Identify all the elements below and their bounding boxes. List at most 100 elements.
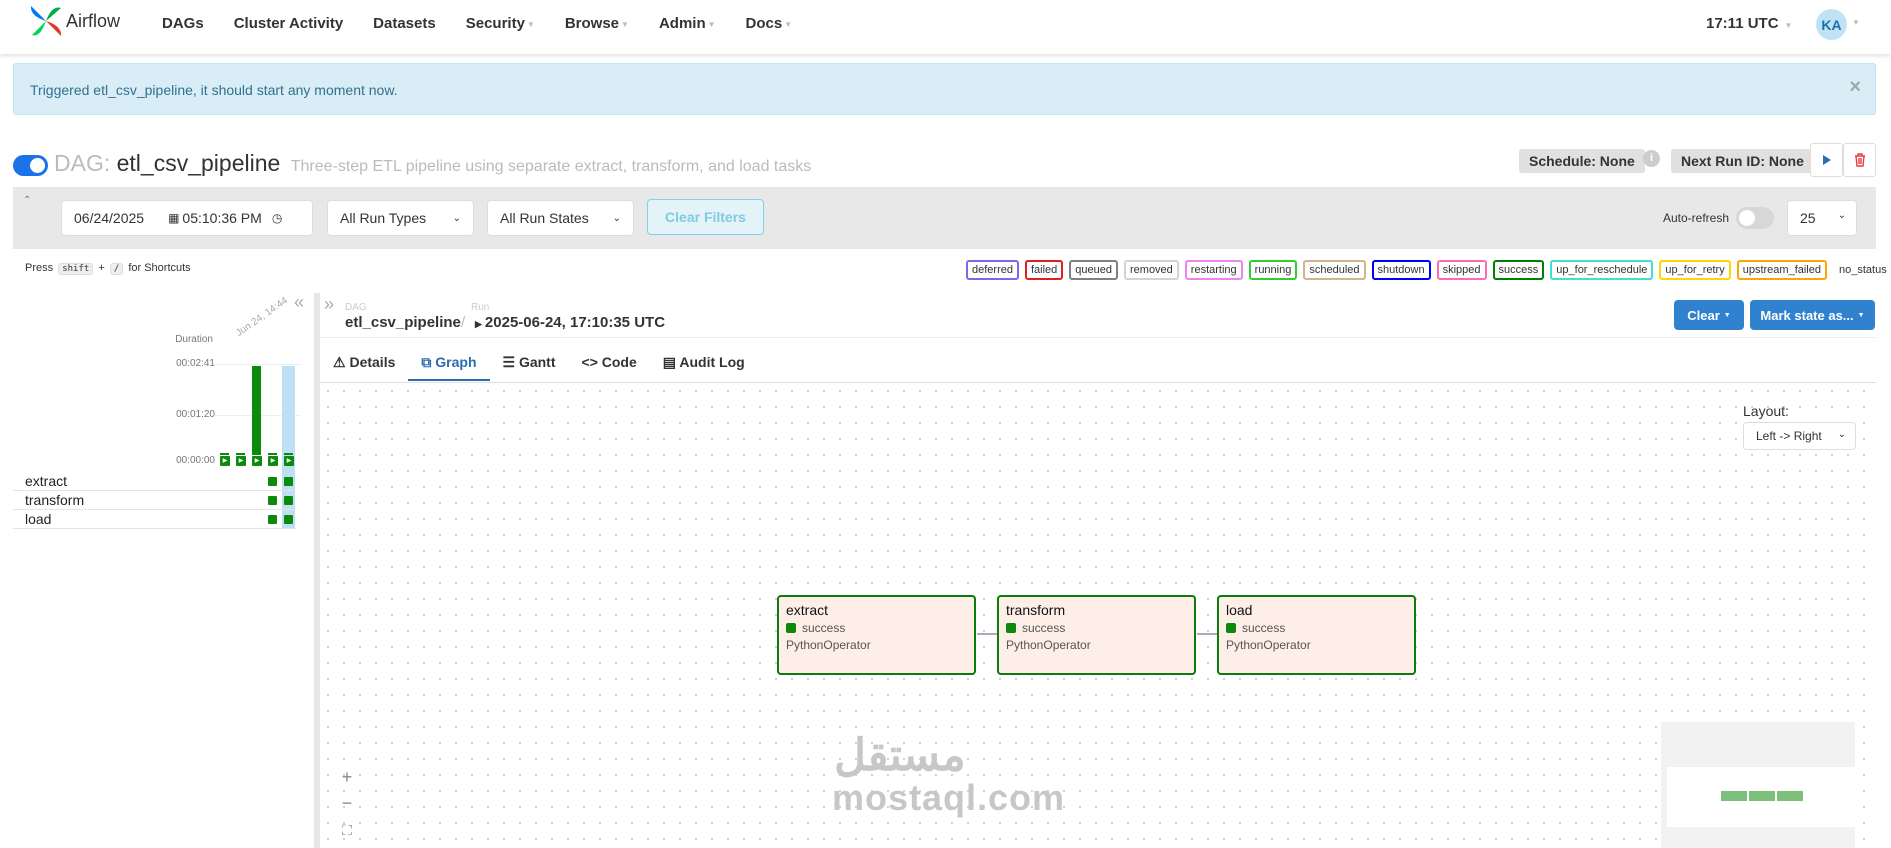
run-status-marker[interactable]: ▶ — [284, 456, 294, 466]
expand-right-icon[interactable]: » — [324, 294, 334, 315]
run-duration-bar[interactable] — [252, 366, 261, 455]
tick-label: 00:02:41 — [176, 358, 215, 369]
layout-select[interactable]: Left -> Right ⌄ — [1743, 422, 1856, 450]
task-instance-cell[interactable] — [284, 496, 293, 505]
menu-dags[interactable]: DAGs — [162, 15, 204, 32]
task-instance-cell[interactable] — [268, 515, 277, 524]
calendar-icon[interactable]: ▦ — [168, 211, 179, 225]
base-date-input[interactable]: 06/24/2025 ▦ 05:10:36 PM ◷ — [61, 200, 313, 236]
menu-browse[interactable]: Browse ▼ — [565, 15, 629, 32]
graph-node-transform[interactable]: transform success PythonOperator — [997, 595, 1196, 675]
warning-icon: ⚠ — [333, 354, 350, 370]
page-size-value: 25 — [1800, 210, 1816, 226]
breadcrumb-run-caption: Run — [471, 302, 490, 313]
user-avatar[interactable]: KA — [1816, 9, 1847, 40]
run-duration-bar[interactable] — [220, 453, 229, 455]
task-row-transform[interactable]: transform — [13, 491, 296, 510]
tab-audit-log[interactable]: ▤ Audit Log — [650, 349, 758, 381]
legend-failed[interactable]: failed — [1024, 260, 1064, 280]
chevron-down-icon: ⌄ — [1837, 210, 1846, 221]
task-instance-cell[interactable] — [268, 477, 277, 486]
chevron-down-icon: ⌄ — [612, 212, 621, 224]
task-row-load[interactable]: load — [13, 510, 296, 529]
layout-value: Left -> Right — [1756, 429, 1822, 443]
clear-button[interactable]: Clear ▼ — [1674, 300, 1744, 330]
airflow-logo-icon[interactable] — [28, 2, 64, 40]
fit-view-button[interactable]: ⛶ — [333, 817, 361, 843]
brand-name[interactable]: Airflow — [66, 11, 120, 32]
close-icon[interactable]: × — [1849, 76, 1861, 99]
zoom-out-button[interactable]: − — [333, 790, 361, 816]
menu-cluster-activity[interactable]: Cluster Activity — [234, 15, 343, 32]
top-navbar: Airflow DAGs Cluster Activity Datasets S… — [0, 0, 1891, 54]
dag-prefix: DAG: — [54, 150, 111, 176]
mark-state-button[interactable]: Mark state as... ▼ — [1750, 300, 1875, 330]
task-instance-cell[interactable] — [284, 515, 293, 524]
menu-admin[interactable]: Admin ▼ — [659, 15, 716, 32]
utc-clock[interactable]: 17:11 UTC ▼ — [1706, 15, 1792, 32]
run-status-marker[interactable]: ▶ — [252, 456, 262, 466]
legend-restarting[interactable]: restarting — [1184, 260, 1243, 280]
auto-refresh-switch[interactable] — [1736, 207, 1774, 229]
legend-scheduled[interactable]: scheduled — [1303, 260, 1366, 280]
breadcrumb-run[interactable]: ▶ 2025-06-24, 17:10:35 UTC — [475, 314, 665, 331]
time-value: 05:10:36 PM — [182, 210, 262, 226]
legend-skipped[interactable]: skipped — [1436, 260, 1487, 280]
layout-label: Layout: — [1743, 403, 1789, 419]
node-title: extract — [786, 602, 829, 618]
dag-name: etl_csv_pipeline — [116, 150, 281, 176]
run-status-marker[interactable]: ▶ — [220, 456, 230, 466]
task-instance-cell[interactable] — [268, 496, 277, 505]
trigger-dag-button[interactable] — [1810, 143, 1843, 177]
legend-removed[interactable]: removed — [1124, 260, 1179, 280]
tab-gantt[interactable]: ☰ Gantt — [490, 349, 569, 381]
chevron-down-icon: ⌄ — [452, 212, 461, 224]
tab-graph[interactable]: ⧉ Graph — [408, 349, 490, 381]
filter-bar: ⌃ 06/24/2025 ▦ 05:10:36 PM ◷ All Run Typ… — [13, 187, 1876, 249]
graph-minimap[interactable] — [1661, 722, 1855, 848]
zoom-in-button[interactable]: + — [333, 764, 361, 790]
collapse-up-icon[interactable]: ⌃ — [23, 195, 31, 206]
legend-success[interactable]: success — [1492, 260, 1545, 280]
page-size-select[interactable]: 25 ⌄ — [1787, 200, 1857, 236]
tab-code[interactable]: <> Code — [569, 349, 650, 381]
breadcrumb-dag[interactable]: etl_csv_pipeline — [345, 314, 461, 331]
run-duration-bar[interactable] — [236, 453, 245, 455]
gantt-icon: ☰ — [502, 354, 519, 370]
graph-node-load[interactable]: load success PythonOperator — [1217, 595, 1416, 675]
legend-up-for-reschedule[interactable]: up_for_reschedule — [1550, 260, 1654, 280]
chevron-down-icon: ▼ — [621, 19, 629, 29]
trigger-alert: Triggered etl_csv_pipeline, it should st… — [13, 63, 1876, 115]
run-status-marker[interactable]: ▶ — [236, 456, 246, 466]
tick-label: 00:00:00 — [176, 455, 215, 466]
legend-up-for-retry[interactable]: up_for_retry — [1659, 260, 1731, 280]
graph-edge — [1197, 633, 1217, 635]
menu-security[interactable]: Security ▼ — [466, 15, 535, 32]
run-duration-bar[interactable] — [268, 453, 277, 455]
legend-running[interactable]: running — [1248, 260, 1298, 280]
delete-dag-button[interactable] — [1843, 143, 1876, 177]
legend-no-status[interactable]: no_status — [1833, 260, 1891, 280]
tab-details[interactable]: ⚠ Details — [320, 349, 408, 381]
legend-shutdown[interactable]: shutdown — [1371, 260, 1431, 280]
legend-queued[interactable]: queued — [1069, 260, 1118, 280]
clear-filters-button[interactable]: Clear Filters — [647, 199, 764, 235]
run-duration-bar[interactable] — [284, 453, 293, 455]
legend-upstream-failed[interactable]: upstream_failed — [1736, 260, 1827, 280]
graph-node-extract[interactable]: extract success PythonOperator — [777, 595, 976, 675]
task-row-extract[interactable]: extract — [13, 472, 296, 491]
run-states-select[interactable]: All Run States ⌄ — [487, 200, 634, 236]
legend-deferred[interactable]: deferred — [966, 260, 1019, 280]
task-instance-cell[interactable] — [284, 477, 293, 486]
run-types-select[interactable]: All Run Types ⌄ — [327, 200, 474, 236]
run-status-marker[interactable]: ▶ — [268, 456, 278, 466]
node-title: transform — [1006, 602, 1066, 618]
chevron-down-icon: ▼ — [784, 19, 793, 29]
date-value: 06/24/2025 — [74, 210, 145, 226]
info-icon[interactable]: i — [1643, 150, 1660, 167]
collapse-left-icon[interactable]: « — [294, 292, 304, 313]
clock-icon[interactable]: ◷ — [272, 211, 282, 225]
dag-pause-toggle[interactable] — [13, 155, 48, 176]
menu-docs[interactable]: Docs ▼ — [746, 15, 793, 32]
menu-datasets[interactable]: Datasets — [373, 15, 436, 32]
